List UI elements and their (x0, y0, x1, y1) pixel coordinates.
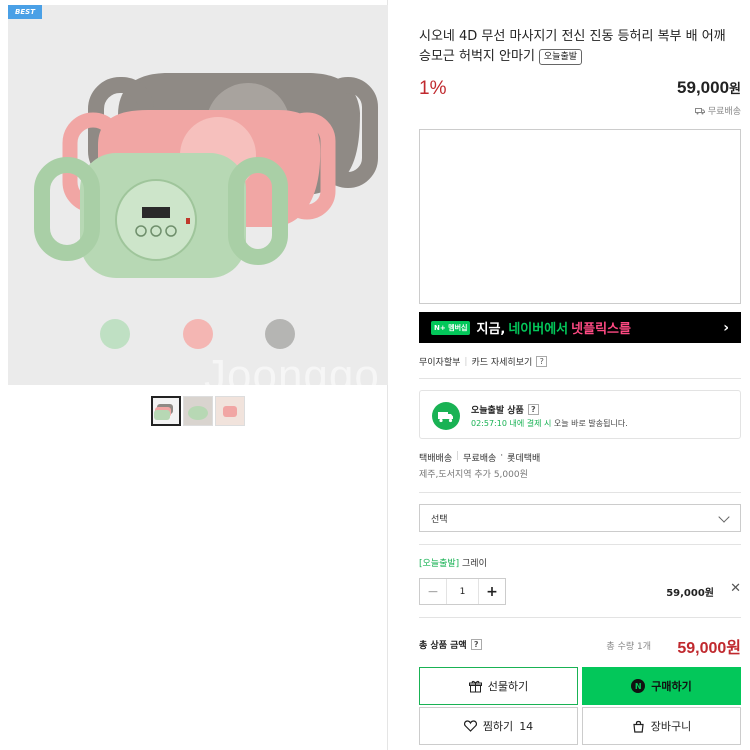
today-ship-tag: 오늘출발 (538, 49, 583, 65)
naver-n-icon: N (631, 679, 646, 693)
thumbnail-2[interactable] (183, 396, 213, 426)
gift-icon (468, 680, 482, 692)
option-select[interactable]: 선택 (419, 504, 741, 532)
color-swatch-pink[interactable] (183, 319, 213, 349)
divider (419, 492, 741, 493)
thumbnail-image-icon (216, 397, 244, 425)
thumbnail-image-icon (184, 397, 212, 425)
total-label-text: 총 상품 금액 (419, 641, 467, 651)
divider: | (464, 356, 468, 367)
free-shipping-label: 무료배송 (707, 107, 741, 117)
help-icon[interactable]: ? (527, 404, 539, 415)
product-price: 59,000원 (677, 78, 741, 98)
today-shipping-note: 오늘 바로 발송됩니다. (551, 419, 628, 428)
quantity-increase-button[interactable]: + (478, 579, 505, 604)
promo-text-1: 지금, (476, 322, 506, 337)
bullet: · (500, 451, 504, 461)
today-shipping-title: 오늘출발 상품 ? (471, 403, 539, 416)
naver-plus-membership-badge: N+ 멤버십 (431, 320, 471, 335)
promo-text-3: 넷플릭스를 (571, 322, 631, 337)
selected-option-price: 59,000원 (666, 588, 714, 599)
color-swatch-green[interactable] (100, 319, 130, 349)
free-shipping-info: 무료배송 (694, 104, 741, 117)
selected-option-color: 그레이 (462, 559, 487, 569)
buy-button[interactable]: N 구매하기 (582, 667, 741, 705)
discount-rate: 1% (419, 78, 447, 99)
quantity-value[interactable]: 1 (447, 579, 478, 604)
wish-button[interactable]: 찜하기 14 (419, 707, 578, 745)
total-price-label: 총 상품 금액 ? (419, 638, 482, 651)
help-icon[interactable]: ? (470, 639, 482, 650)
payment-links: 무이자할부 | 카드 자세히보기 ? (419, 355, 548, 368)
quantity-decrease-button[interactable]: − (420, 579, 447, 604)
help-icon[interactable]: ? (536, 356, 548, 367)
netflix-promo-banner[interactable]: N+ 멤버십 지금, 네이버에서 넷플릭스를 › (419, 312, 741, 343)
today-shipping-box: 오늘출발 상품 ? 02:57:10 내에 결제 시 오늘 바로 발송됩니다. (419, 390, 741, 439)
shopping-bag-icon (633, 720, 644, 733)
delivery-truck-icon (432, 402, 460, 430)
total-price: 59,000원 (677, 640, 741, 657)
delivery-type: 택배배송 (419, 454, 453, 464)
today-shipping-label: 오늘출발 상품 (471, 406, 524, 416)
selected-option-tag: [오늘출발] (419, 559, 460, 569)
countdown-text: 02:57:10 내에 결제 시 (471, 419, 552, 428)
gift-button[interactable]: 선물하기 (419, 667, 578, 705)
cart-button[interactable]: 장바구니 (582, 707, 741, 745)
main-product-image[interactable]: BEST Joonggo (8, 5, 388, 385)
watermark: Joonggo (204, 351, 380, 385)
truck-icon (438, 412, 453, 423)
chevron-right-icon: › (723, 319, 729, 336)
interest-free-link[interactable]: 무이자할부 (419, 355, 460, 368)
wish-count: 14 (519, 719, 534, 733)
option-select-placeholder: 선택 (431, 514, 448, 525)
chevron-down-icon (718, 511, 730, 523)
truck-icon (694, 107, 705, 114)
price-unit: 원 (729, 81, 741, 96)
color-swatch-grey[interactable] (265, 319, 295, 349)
product-gallery: BEST Joonggo (8, 0, 388, 750)
delivery-extra-fee: 제주,도서지역 추가 5,000원 (419, 470, 528, 480)
price-value: 59,000 (677, 78, 730, 97)
remove-option-icon[interactable]: ✕ (730, 581, 741, 596)
thumbnail-strip (151, 396, 245, 426)
delivery-fee: 무료배송 (463, 454, 497, 464)
thumbnail-3[interactable] (215, 396, 245, 426)
buy-button-label: 구매하기 (651, 680, 692, 693)
today-shipping-desc: 02:57:10 내에 결제 시 오늘 바로 발송됩니다. (471, 418, 628, 429)
selected-option-name: [오늘출발] 그레이 (419, 556, 487, 569)
quantity-stepper: − 1 + (419, 578, 506, 605)
cart-button-label: 장바구니 (650, 720, 692, 733)
thumbnail-1[interactable] (151, 396, 181, 426)
divider: | (456, 451, 460, 461)
gift-button-label: 선물하기 (487, 680, 529, 693)
best-badge: BEST (8, 5, 42, 19)
delivery-carrier: 롯데택배 (507, 454, 541, 464)
promo-text-2: 네이버에서 (508, 322, 569, 337)
divider (419, 378, 741, 379)
ad-banner-placeholder (419, 129, 741, 304)
card-benefits-link[interactable]: 카드 자세히보기 (471, 355, 532, 368)
heart-icon (463, 720, 477, 732)
product-title: 시오네 4D 무선 마사지기 전신 진동 등허리 복부 배 어깨 승모근 허벅지… (419, 27, 741, 67)
divider (419, 544, 741, 545)
wish-button-label: 찜하기 (482, 720, 514, 733)
total-quantity: 총 수량 1개 (606, 642, 651, 652)
thumbnail-image-icon (154, 404, 173, 420)
divider (419, 617, 741, 618)
delivery-method: 택배배송 | 무료배송 · 롯데택배 (419, 451, 540, 464)
